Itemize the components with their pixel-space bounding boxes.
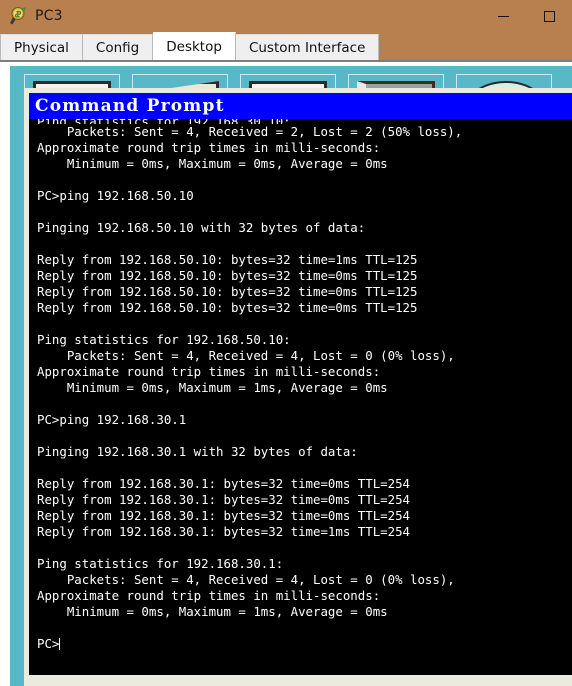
terminal-caret (59, 638, 61, 650)
packet-tracer-inspect-icon (8, 6, 28, 26)
window-title-bar: PC3 (0, 0, 572, 32)
terminal-line: Packets: Sent = 4, Received = 4, Lost = … (37, 572, 455, 587)
terminal-prompt-text: PC> (37, 636, 60, 651)
tab-physical[interactable]: Physical (0, 34, 83, 60)
terminal-line: Ping statistics for 192.168.30.1: (37, 556, 284, 571)
terminal-line: Approximate round trip times in milli-se… (37, 140, 381, 155)
terminal-line: Reply from 192.168.30.1: bytes=32 time=0… (37, 492, 410, 507)
desktop-tab-panel: Command Prompt Ping statistics for 192.1… (0, 60, 572, 686)
command-prompt-terminal-output[interactable]: Ping statistics for 192.168.30.10: Packe… (29, 119, 572, 675)
device-tab-strip: Physical Config Desktop Custom Interface (0, 32, 572, 60)
terminal-line: PC>ping 192.168.30.1 (37, 412, 187, 427)
terminal-line: Reply from 192.168.30.1: bytes=32 time=0… (37, 508, 410, 523)
terminal-line: Reply from 192.168.50.10: bytes=32 time=… (37, 268, 418, 283)
terminal-line: Minimum = 0ms, Maximum = 0ms, Average = … (37, 156, 388, 171)
tab-custom-interface[interactable]: Custom Interface (235, 34, 380, 60)
terminal-line: Packets: Sent = 4, Received = 4, Lost = … (37, 348, 455, 363)
terminal-line: Approximate round trip times in milli-se… (37, 364, 381, 379)
window-title: PC3 (35, 8, 63, 24)
terminal-line: Reply from 192.168.30.1: bytes=32 time=0… (37, 476, 410, 491)
terminal-line: Packets: Sent = 4, Received = 2, Lost = … (37, 124, 463, 139)
terminal-line: Reply from 192.168.50.10: bytes=32 time=… (37, 284, 418, 299)
terminal-line: Reply from 192.168.50.10: bytes=32 time=… (37, 300, 418, 315)
pc3-device-window: PC3 Physical Config Desktop Custom Inter… (0, 0, 572, 686)
terminal-line: PC>ping 192.168.50.10 (37, 188, 194, 203)
terminal-line: Approximate round trip times in milli-se… (37, 588, 381, 603)
terminal-line: Pinging 192.168.30.1 with 32 bytes of da… (37, 444, 358, 459)
terminal-prompt-line[interactable]: PC> (37, 636, 572, 652)
terminal-line: Minimum = 0ms, Maximum = 1ms, Average = … (37, 380, 388, 395)
terminal-line: Ping statistics for 192.168.50.10: (37, 332, 291, 347)
tab-desktop[interactable]: Desktop (153, 32, 236, 60)
terminal-line: Reply from 192.168.50.10: bytes=32 time=… (37, 252, 418, 267)
terminal-line: Pinging 192.168.50.10 with 32 bytes of d… (37, 220, 366, 235)
terminal-line: Minimum = 0ms, Maximum = 1ms, Average = … (37, 604, 388, 619)
tab-config[interactable]: Config (82, 34, 154, 60)
minimize-icon (497, 15, 509, 17)
command-prompt-title: Command Prompt (29, 93, 572, 119)
minimize-button[interactable] (480, 0, 526, 32)
window-controls (480, 0, 572, 32)
desktop-canvas: Command Prompt Ping statistics for 192.1… (10, 66, 572, 686)
command-prompt-window: Command Prompt Ping statistics for 192.1… (24, 88, 572, 686)
maximize-icon (543, 10, 555, 22)
maximize-button[interactable] (526, 0, 572, 32)
terminal-line: Reply from 192.168.30.1: bytes=32 time=1… (37, 524, 410, 539)
